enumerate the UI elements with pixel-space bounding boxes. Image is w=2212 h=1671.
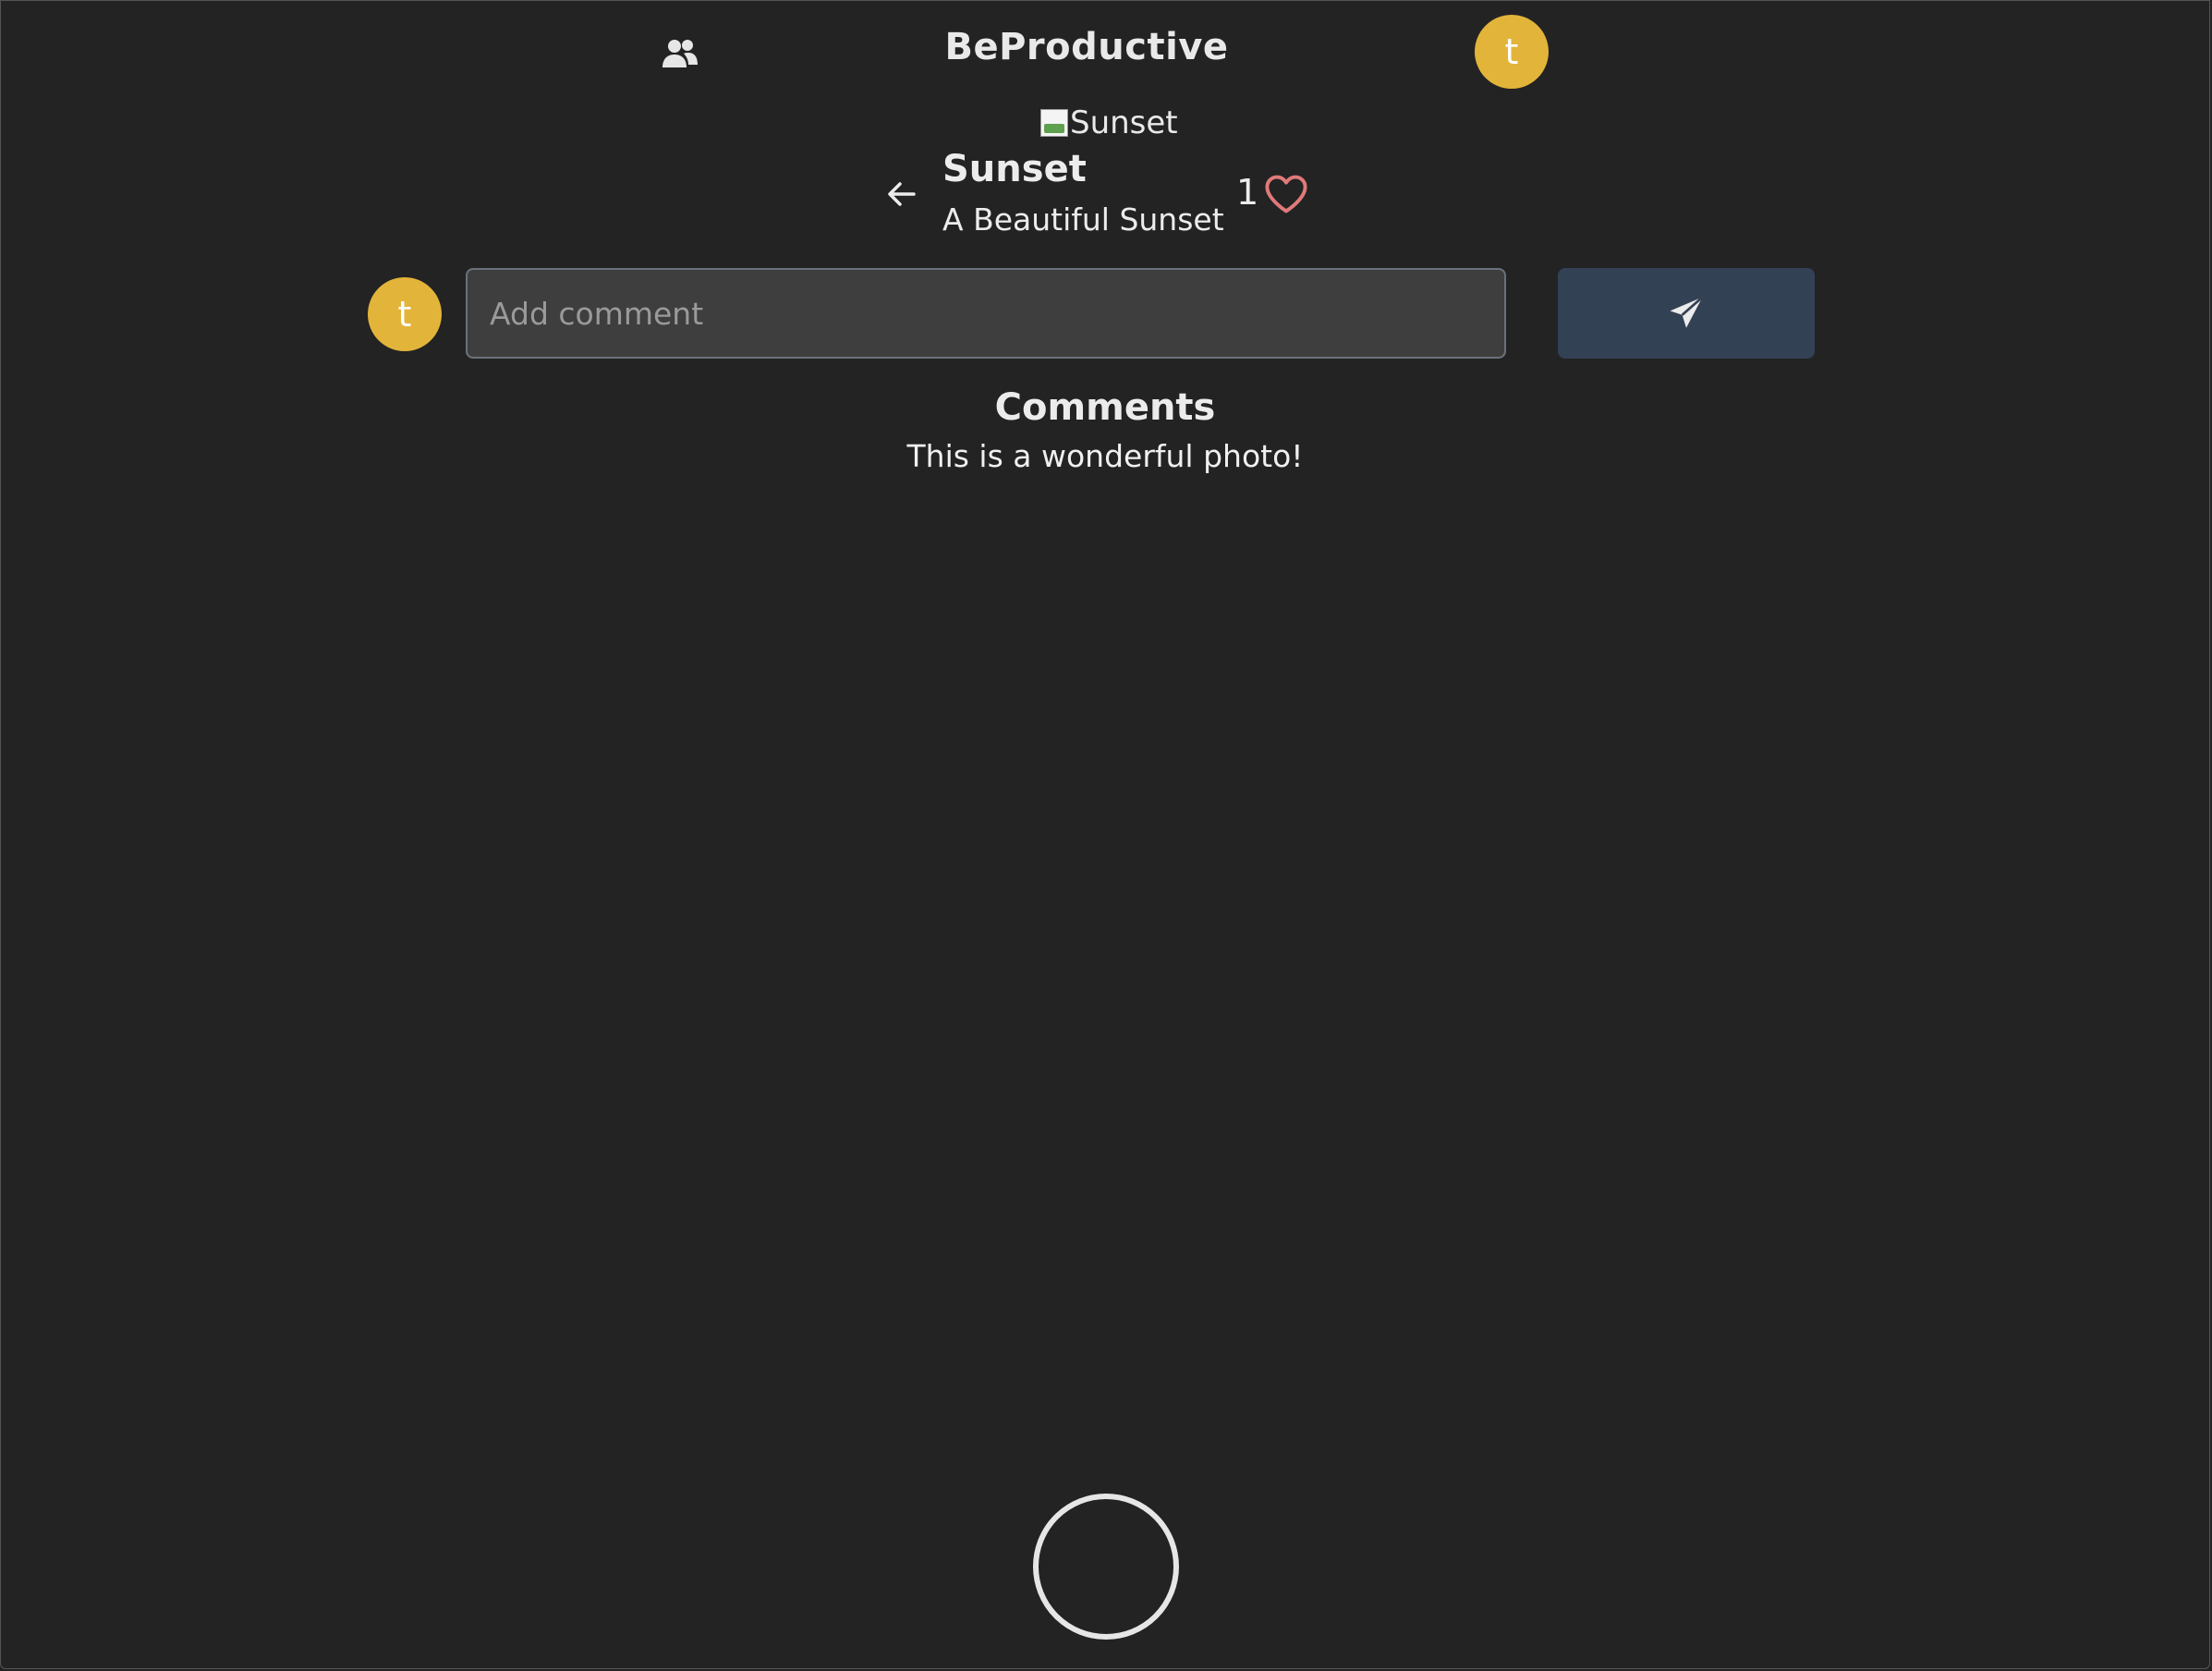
back-button[interactable] [880,172,924,216]
photo-alt-text: Sunset [1070,104,1178,141]
heart-icon [1265,175,1307,213]
like-count: 1 [1236,172,1259,213]
comment-input[interactable] [466,268,1506,359]
photo-image: Sunset [1040,102,1178,144]
app-frame [0,0,2210,1669]
comments-heading: Comments [994,386,1216,429]
comment-avatar: t [368,277,442,351]
friends-button[interactable] [658,31,702,76]
photo-title: Sunset [942,148,1087,190]
users-icon [662,40,698,67]
comment-item: This is a wonderful photo! [906,438,1304,474]
capture-button[interactable] [1033,1494,1179,1640]
send-comment-button[interactable] [1558,268,1815,359]
user-avatar[interactable]: t [1475,15,1549,89]
photo-description: A Beautiful Sunset [942,201,1224,238]
app-title: BeProductive [944,26,1229,68]
paper-plane-icon [1670,296,1704,328]
arrow-left-icon [888,182,916,206]
broken-image-icon [1040,109,1068,137]
like-button[interactable] [1262,170,1310,218]
